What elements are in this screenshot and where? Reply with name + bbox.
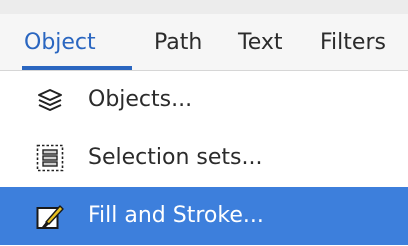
menu-path[interactable]: Path bbox=[154, 14, 202, 70]
screen: Object Path Text Filters Objects... Sele… bbox=[0, 0, 408, 246]
menu-item-label: Objects... bbox=[88, 87, 193, 112]
menubar: Object Path Text Filters bbox=[0, 14, 408, 71]
object-menu-dropdown: Objects... Selection sets... Fill and St… bbox=[0, 71, 408, 246]
menu-object[interactable]: Object bbox=[24, 14, 96, 70]
menu-item-selection-sets[interactable]: Selection sets... bbox=[0, 129, 408, 187]
menu-item-objects[interactable]: Objects... bbox=[0, 71, 408, 129]
active-menu-underline bbox=[22, 66, 132, 70]
fill-stroke-brush-icon bbox=[36, 205, 64, 229]
menu-text[interactable]: Text bbox=[238, 14, 283, 70]
objects-layers-icon bbox=[38, 89, 62, 111]
window-top-strip bbox=[0, 0, 408, 14]
selection-sets-icon bbox=[36, 144, 64, 172]
menu-item-fill-and-stroke[interactable]: Fill and Stroke... bbox=[0, 187, 408, 245]
menu-filters[interactable]: Filters bbox=[320, 14, 386, 70]
menu-item-label: Selection sets... bbox=[88, 145, 263, 170]
menu-item-label: Fill and Stroke... bbox=[88, 203, 264, 228]
